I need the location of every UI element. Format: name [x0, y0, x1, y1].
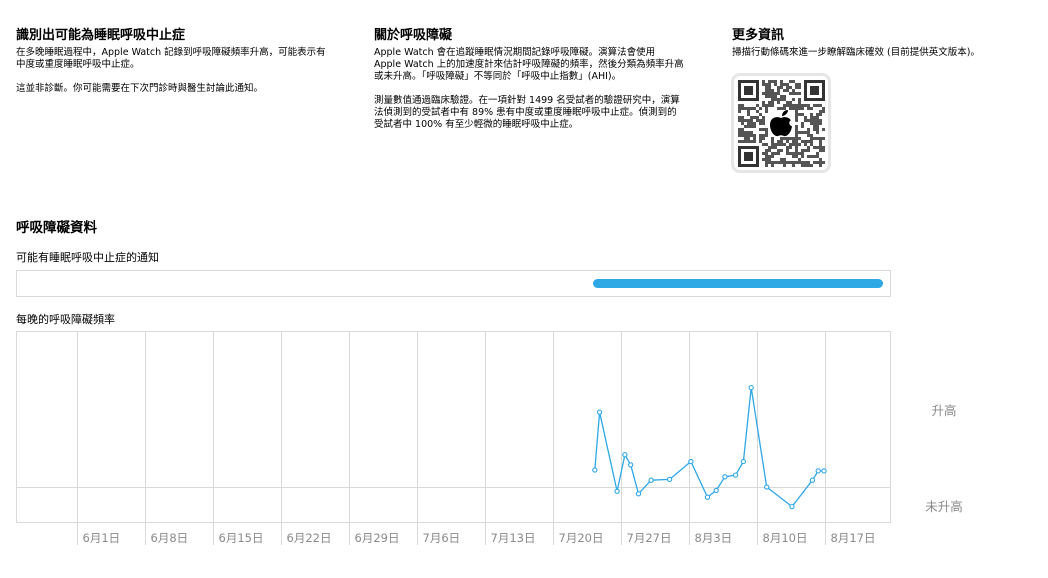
x-tick-label: 6月1日	[83, 531, 121, 545]
data-point	[592, 467, 598, 473]
y-label-not-elevated: 未升高	[925, 499, 963, 514]
data-point	[732, 472, 739, 478]
data-point	[635, 491, 642, 497]
x-tick-label: 7月20日	[559, 531, 604, 545]
data-point	[764, 484, 770, 490]
x-tick-label: 7月13日	[491, 531, 536, 545]
data-point	[809, 477, 816, 483]
x-tick-label: 6月15日	[219, 531, 264, 545]
data-point	[614, 488, 620, 494]
data-point	[713, 487, 719, 494]
x-tick-label: 7月6日	[423, 531, 461, 545]
data-point	[648, 477, 654, 483]
data-point	[821, 468, 827, 474]
data-point	[740, 458, 747, 465]
data-point	[688, 458, 694, 465]
x-tick-label: 8月10日	[763, 531, 808, 545]
data-point	[704, 494, 711, 500]
x-tick-label: 8月17日	[831, 531, 876, 545]
plot-frame	[16, 331, 891, 523]
x-tick-label: 6月29日	[355, 531, 400, 545]
x-tick-label: 8月3日	[695, 531, 733, 545]
data-point	[722, 474, 728, 480]
series-line	[594, 386, 824, 508]
data-point	[622, 452, 628, 458]
data-point	[748, 384, 754, 391]
data-point	[628, 462, 634, 468]
data-point	[596, 409, 603, 415]
data-point	[815, 468, 821, 474]
x-tick-label: 6月8日	[151, 531, 189, 545]
x-tick-label: 6月22日	[287, 531, 332, 545]
frequency-chart: 6月1日 6月8日 6月15日 6月22日 6月29日 7月6日 7月13日 7月20日 7月2…	[16, 331, 891, 545]
data-point	[666, 476, 673, 483]
y-label-elevated: 升高	[931, 403, 957, 418]
data-point	[789, 503, 795, 510]
x-tick-label: 7月27日	[627, 531, 672, 545]
